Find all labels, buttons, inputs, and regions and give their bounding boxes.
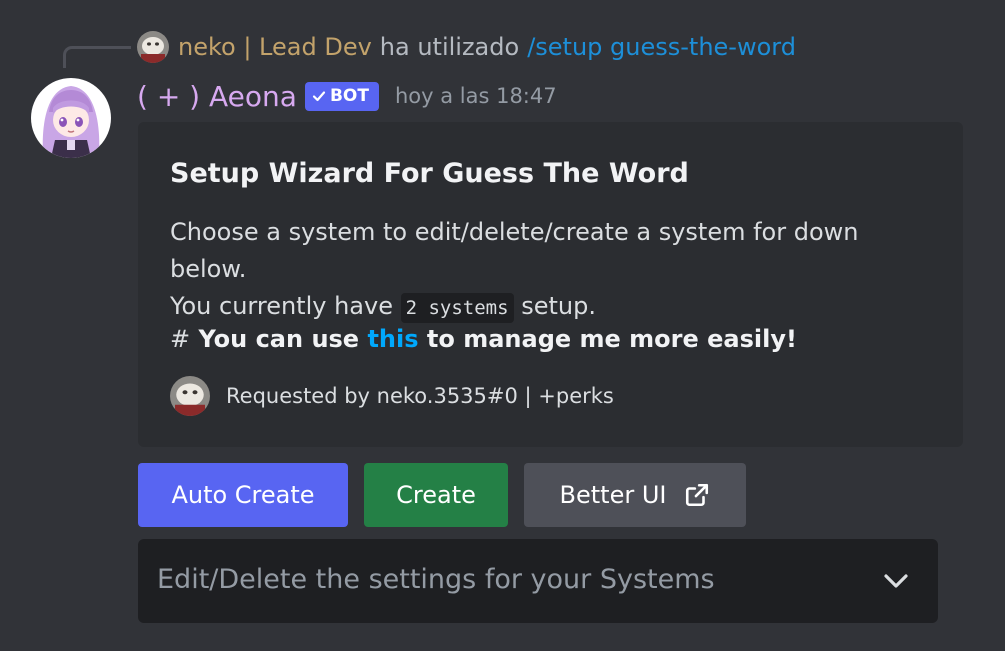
reply-command[interactable]: /setup guess-the-word — [527, 33, 796, 61]
discord-message: neko | Lead Dev ha utilizado /setup gues… — [0, 0, 1005, 651]
bot-avatar[interactable] — [31, 78, 111, 158]
message-timestamp[interactable]: hoy a las 18:47 — [395, 84, 557, 108]
auto-create-label: Auto Create — [171, 481, 315, 509]
desc-text-post: setup. — [521, 292, 596, 320]
heading-post: to manage me more easily! — [426, 325, 797, 353]
heading-pre: You can use — [198, 325, 360, 353]
desc-text-pre: You currently have — [170, 292, 393, 320]
embed-card: Setup Wizard For Guess The Word Choose a… — [138, 122, 963, 447]
message-header: ( + ) Aeona BOT hoy a las 18:47 — [137, 78, 557, 114]
reply-author[interactable]: neko | Lead Dev — [178, 33, 372, 61]
external-link-icon — [686, 483, 709, 507]
footer-text: Requested by neko.3535#0 | +perks — [226, 384, 614, 408]
verified-check-icon — [312, 91, 326, 102]
create-button[interactable]: Create — [364, 463, 508, 527]
bot-username[interactable]: ( + ) Aeona — [137, 80, 297, 113]
bot-tag: BOT — [304, 81, 379, 111]
manage-link[interactable]: this — [367, 325, 418, 353]
reply-action: ha utilizado — [379, 33, 520, 61]
embed-heading: # You can use this to manage me more eas… — [170, 325, 797, 353]
embed-description: Choose a system to edit/delete/create a … — [170, 214, 940, 327]
better-ui-label: Better UI — [559, 481, 667, 509]
chevron-down-icon — [884, 574, 908, 588]
embed-desc-line-2: You currently have 2 systems setup. — [170, 288, 940, 327]
select-placeholder: Edit/Delete the settings for your System… — [157, 564, 715, 595]
embed-title: Setup Wizard For Guess The Word — [170, 158, 689, 189]
heading-hash: # — [170, 325, 191, 353]
reply-connector — [63, 46, 131, 68]
footer-avatar — [170, 376, 210, 416]
better-ui-link-button[interactable]: Better UI — [524, 463, 746, 527]
auto-create-button[interactable]: Auto Create — [138, 463, 348, 527]
create-label: Create — [396, 481, 476, 509]
embed-footer: Requested by neko.3535#0 | +perks — [170, 376, 614, 416]
bot-tag-label: BOT — [329, 86, 369, 106]
reply-avatar[interactable] — [137, 31, 169, 63]
inline-code: 2 systems — [400, 293, 514, 323]
systems-select[interactable]: Edit/Delete the settings for your System… — [138, 539, 938, 623]
reply-bar[interactable]: neko | Lead Dev ha utilizado /setup gues… — [137, 30, 796, 64]
embed-desc-line-1: Choose a system to edit/delete/create a … — [170, 218, 859, 283]
